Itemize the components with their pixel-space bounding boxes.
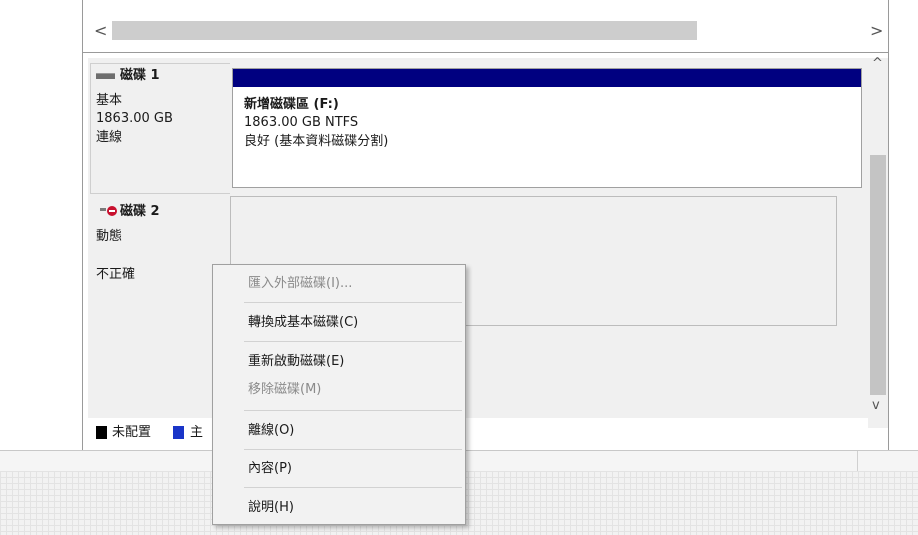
menu-separator [244, 487, 462, 488]
menu-import-foreign-disk[interactable]: 匯入外部磁碟(I)... [248, 275, 352, 293]
menu-help[interactable]: 說明(H) [248, 499, 294, 517]
menu-properties[interactable]: 內容(P) [248, 460, 292, 478]
menu-separator [244, 449, 462, 450]
volume-primary-bar [233, 69, 861, 87]
primary-swatch [173, 426, 184, 439]
disk1-status: 連線 [96, 130, 123, 145]
volume-health: 良好 (基本資料磁碟分割) [244, 134, 389, 149]
disk1-name: 磁碟 1 [120, 68, 160, 83]
disk1-type: 基本 [96, 93, 123, 108]
menu-reactivate-disk[interactable]: 重新啟動磁碟(E) [248, 353, 344, 371]
right-pane [889, 0, 918, 450]
error-icon-bar [109, 210, 115, 212]
frame-border-left [82, 0, 83, 450]
legend-unallocated: 未配置 [112, 425, 152, 440]
vertical-scrollbar-thumb[interactable] [870, 155, 886, 395]
menu-convert-to-basic[interactable]: 轉換成基本磁碟(C) [248, 314, 358, 332]
menu-separator [244, 410, 462, 411]
disk1-size: 1863.00 GB [96, 111, 173, 126]
scroll-right-arrow-icon[interactable]: > [870, 23, 883, 39]
left-pane [0, 0, 82, 450]
scroll-up-arrow-icon[interactable]: ^ [872, 56, 883, 72]
menu-offline[interactable]: 離線(O) [248, 422, 294, 440]
menu-remove-disk[interactable]: 移除磁碟(M) [248, 381, 321, 399]
scroll-left-arrow-icon[interactable]: < [94, 23, 107, 39]
disk2-info-panel[interactable] [90, 198, 230, 328]
menu-separator [244, 302, 462, 303]
pane-splitter[interactable] [82, 52, 888, 53]
legend-bar [88, 418, 868, 448]
disk2-name: 磁碟 2 [120, 204, 160, 219]
status-bar-separator [857, 451, 858, 471]
unallocated-swatch [96, 426, 107, 439]
horizontal-scrollbar-thumb[interactable] [112, 21, 697, 40]
menu-separator [244, 341, 462, 342]
volume-size-filesystem: 1863.00 GB NTFS [244, 115, 359, 130]
legend-primary: 主 [190, 425, 204, 440]
volume-name: 新增磁碟區 (F:) [244, 97, 339, 112]
scroll-down-arrow-icon[interactable]: v [872, 398, 880, 414]
disk2-type: 動態 [96, 229, 123, 244]
disk-icon [96, 73, 115, 79]
dynamic-disk-icon [100, 208, 106, 211]
disk2-status: 不正確 [96, 267, 136, 282]
